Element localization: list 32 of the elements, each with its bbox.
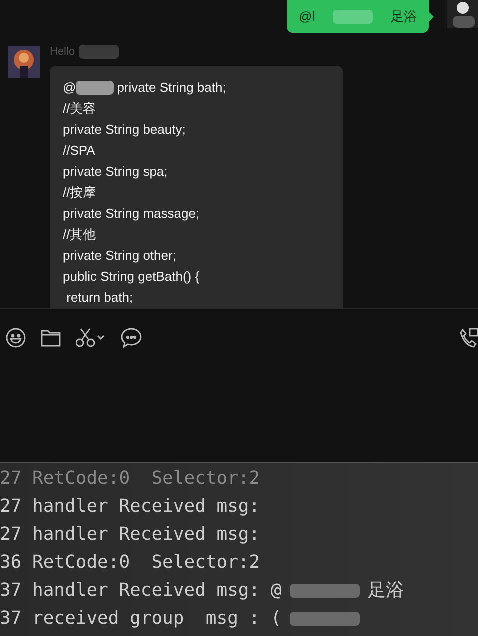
code-line: //其他: [63, 226, 96, 244]
code-line: private String massage;: [63, 204, 200, 223]
redaction-mark: [76, 80, 114, 94]
code-line: public String getBath() {: [63, 268, 200, 286]
avatar[interactable]: [447, 0, 478, 28]
console-line: 27 RetCode:0 Selector:2: [0, 467, 260, 491]
chat-bubble-icon[interactable]: [121, 328, 142, 348]
code-line: //美容: [63, 100, 96, 118]
emoji-icon[interactable]: [6, 328, 26, 348]
code-line: return bath;: [66, 288, 134, 307]
code-line: private String beauty;: [63, 120, 186, 139]
code-line: //按摩: [63, 184, 96, 202]
redaction-mark: [333, 10, 374, 24]
console-line: 27 handler Received msg:: [0, 523, 260, 547]
avatar[interactable]: [8, 46, 40, 78]
message-text: @l: [299, 8, 316, 26]
console-line: 37 received group msg : (: [0, 607, 282, 631]
console-line: 27 handler Received msg:: [0, 495, 260, 519]
code-line: @: [63, 78, 76, 97]
message-text: 足浴: [391, 8, 417, 26]
scissors-icon[interactable]: [76, 328, 106, 348]
code-line: private String bath;: [117, 78, 226, 97]
phone-icon[interactable]: [460, 328, 478, 348]
code-line: //SPA: [63, 142, 96, 160]
code-line: private String spa;: [63, 162, 168, 181]
code-line: private String other;: [63, 246, 176, 265]
folder-icon[interactable]: [41, 329, 61, 347]
sender-name: Hello: [50, 45, 76, 60]
console-line: 36 RetCode:0 Selector:2: [0, 551, 260, 575]
console-line: 37 handler Received msg: @: [0, 579, 282, 603]
console-line: 足浴: [368, 579, 404, 603]
redaction-mark: [290, 584, 360, 598]
